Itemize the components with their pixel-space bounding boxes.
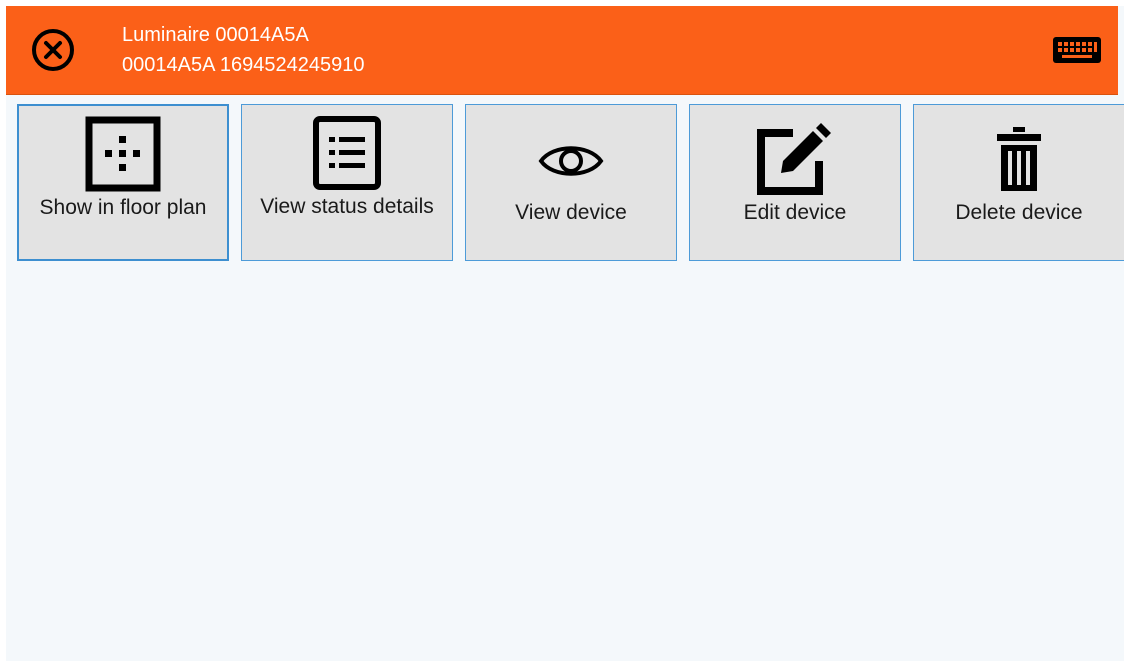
edit-icon xyxy=(757,123,831,195)
page-title: Luminaire 00014A5A xyxy=(122,24,309,46)
title-block: Luminaire 00014A5A 00014A5A 169452424591… xyxy=(122,20,364,80)
show-in-floor-plan-button[interactable]: Show in floor plan xyxy=(17,104,229,261)
view-status-details-button[interactable]: View status details xyxy=(241,104,453,261)
eye-icon xyxy=(538,146,604,176)
trash-icon xyxy=(997,127,1041,191)
view-device-button[interactable]: View device xyxy=(465,104,677,261)
close-button[interactable] xyxy=(28,25,78,75)
edit-device-button[interactable]: Edit device xyxy=(689,104,901,261)
delete-device-label: Delete device xyxy=(955,201,1083,224)
view-device-label: View device xyxy=(515,201,627,224)
list-icon xyxy=(313,116,381,190)
floor-plan-icon xyxy=(85,116,161,192)
keyboard-icon xyxy=(1053,37,1101,63)
action-button-row: Show in floor plan View status details V… xyxy=(17,104,1124,264)
edit-device-label: Edit device xyxy=(743,201,847,224)
page-subtitle: 00014A5A 1694524245910 xyxy=(122,54,365,76)
view-status-details-label: View status details xyxy=(260,195,434,218)
header-bar: Luminaire 00014A5A 00014A5A 169452424591… xyxy=(6,6,1118,95)
keyboard-button[interactable] xyxy=(1051,35,1103,65)
show-in-floor-plan-label: Show in floor plan xyxy=(39,196,207,219)
app-window: Luminaire 00014A5A 00014A5A 169452424591… xyxy=(6,6,1124,661)
delete-device-button[interactable]: Delete device xyxy=(913,104,1124,261)
close-circle-icon xyxy=(32,29,74,71)
